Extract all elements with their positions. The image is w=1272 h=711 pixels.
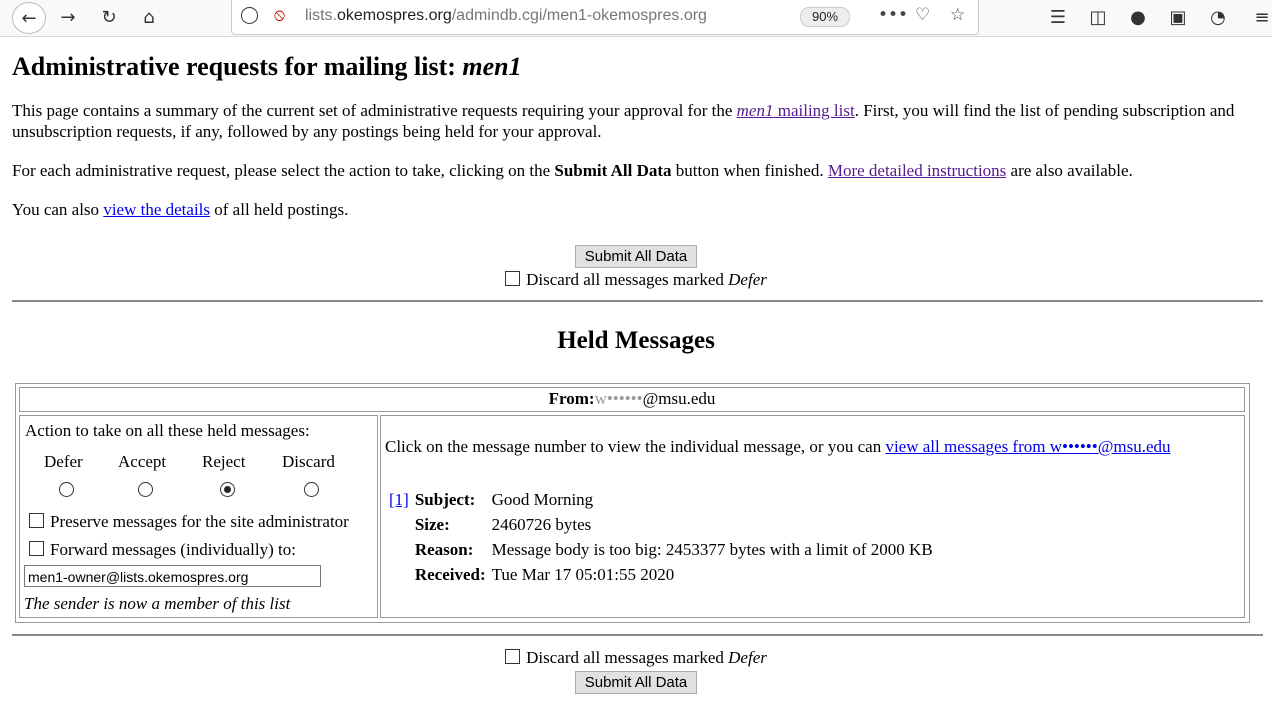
size-value: 2460726 bytes xyxy=(491,515,592,534)
discard-radio[interactable] xyxy=(304,482,319,497)
library-icon[interactable]: ☰ xyxy=(1044,4,1072,30)
home-icon[interactable]: ⌂ xyxy=(135,4,163,30)
preserve-checkbox[interactable] xyxy=(29,513,44,528)
submit-all-button-top[interactable]: Submit All Data xyxy=(574,245,698,268)
received-label: Received: xyxy=(414,565,486,584)
subject-row: [1] Subject: Good Morning xyxy=(386,487,936,512)
message-info-table: [1] Subject: Good Morning Size: 2460726 … xyxy=(386,487,936,587)
page-title: Administrative requests for mailing list… xyxy=(12,52,522,81)
action-heading: Action to take on all these held message… xyxy=(25,421,310,440)
forward-option: Forward messages (individually) to: xyxy=(29,540,296,560)
view-details-link[interactable]: view the details xyxy=(103,200,210,219)
discard-defer-checkbox-top[interactable] xyxy=(505,271,521,286)
mailing-list-link[interactable]: men1 mailing list xyxy=(737,101,855,120)
action-reject-label: Reject xyxy=(202,452,246,471)
forward-checkbox[interactable] xyxy=(29,541,44,556)
divider-bottom xyxy=(12,634,1263,636)
insecure-lock-icon[interactable]: ⦸ xyxy=(274,5,285,25)
accept-radio[interactable] xyxy=(138,482,153,497)
defer-radio[interactable] xyxy=(59,482,74,497)
divider-top xyxy=(12,300,1263,302)
held-messages-heading: Held Messages xyxy=(557,327,715,354)
page-content: Administrative requests for mailing list… xyxy=(12,40,1263,238)
size-row: Size: 2460726 bytes xyxy=(386,512,936,537)
page-actions-icon[interactable]: ••• xyxy=(878,5,908,25)
discard-defer-checkbox-bottom[interactable] xyxy=(505,649,521,664)
message-instructions: Click on the message number to view the … xyxy=(385,437,1171,456)
bookmark-star-icon[interactable]: ☆ xyxy=(950,5,965,25)
action-accept-label: Accept xyxy=(118,452,167,471)
action-discard-label: Discard xyxy=(282,452,335,471)
intro-paragraph-1: This page contains a summary of the curr… xyxy=(12,101,1235,141)
top-submit-area: Submit All Data xyxy=(0,245,1272,268)
from-header: From:w••••••@msu.edu xyxy=(19,387,1245,412)
url-text[interactable]: lists.okemospres.org/admindb.cgi/men1-ok… xyxy=(305,7,707,25)
shield-icon[interactable]: ◯ xyxy=(240,5,259,25)
reject-radio[interactable] xyxy=(220,482,235,497)
account-icon[interactable]: ● xyxy=(1124,4,1152,30)
message-panel: Click on the message number to view the … xyxy=(380,415,1245,618)
discard-defer-top: Discard all messages marked Defer xyxy=(0,270,1272,290)
discard-defer-bottom: Discard all messages marked Defer xyxy=(0,648,1272,668)
preserve-option: Preserve messages for the site administr… xyxy=(29,512,349,532)
reload-icon[interactable]: ↻ xyxy=(95,4,123,30)
extension-icon[interactable]: ◔ xyxy=(1204,4,1232,30)
browser-toolbar: ← → ↻ ⌂ ◯ ⦸ lists.okemospres.org/admindb… xyxy=(0,0,1272,37)
detailed-instructions-link[interactable]: More detailed instructions xyxy=(828,161,1006,180)
reason-row: Reason: Message body is too big: 2453377… xyxy=(386,537,936,562)
size-label: Size: xyxy=(414,515,450,534)
reader-icon[interactable]: ▣ xyxy=(1164,4,1192,30)
subject-label: Subject: xyxy=(414,490,476,509)
action-panel: Action to take on all these held message… xyxy=(19,415,378,618)
message-number-link[interactable]: [1] xyxy=(389,490,409,509)
held-messages-table: From:w••••••@msu.edu Action to take on a… xyxy=(15,383,1250,623)
intro-paragraph-3: You can also view the details of all hel… xyxy=(12,200,349,219)
menu-icon[interactable]: ≡ xyxy=(1252,4,1272,30)
url-bar[interactable]: ◯ ⦸ lists.okemospres.org/admindb.cgi/men… xyxy=(231,0,979,35)
received-row: Received: Tue Mar 17 05:01:55 2020 xyxy=(386,562,936,587)
reason-value: Message body is too big: 2453377 bytes w… xyxy=(491,540,933,559)
held-messages-heading-wrap: Held Messages xyxy=(0,326,1272,356)
sidebar-icon[interactable]: ◫ xyxy=(1084,4,1112,30)
member-note: The sender is now a member of this list xyxy=(24,594,291,613)
reason-label: Reason: xyxy=(414,540,474,559)
view-all-messages-link[interactable]: view all messages from w••••••@msu.edu xyxy=(885,437,1170,456)
back-arrow-icon[interactable]: ← xyxy=(12,2,46,34)
bottom-submit-area: Submit All Data xyxy=(0,671,1272,694)
forward-email-input[interactable]: men1-owner@lists.okemospres.org xyxy=(24,565,321,587)
received-value: Tue Mar 17 05:01:55 2020 xyxy=(491,565,675,584)
subject-value: Good Morning xyxy=(491,490,594,509)
forward-arrow-icon[interactable]: → xyxy=(54,4,82,30)
submit-all-button-bottom[interactable]: Submit All Data xyxy=(574,671,698,694)
pocket-icon[interactable]: ♡ xyxy=(915,5,930,25)
action-defer-label: Defer xyxy=(44,452,83,471)
zoom-level-badge[interactable]: 90% xyxy=(800,7,850,27)
intro-paragraph-2: For each administrative request, please … xyxy=(12,161,1133,180)
